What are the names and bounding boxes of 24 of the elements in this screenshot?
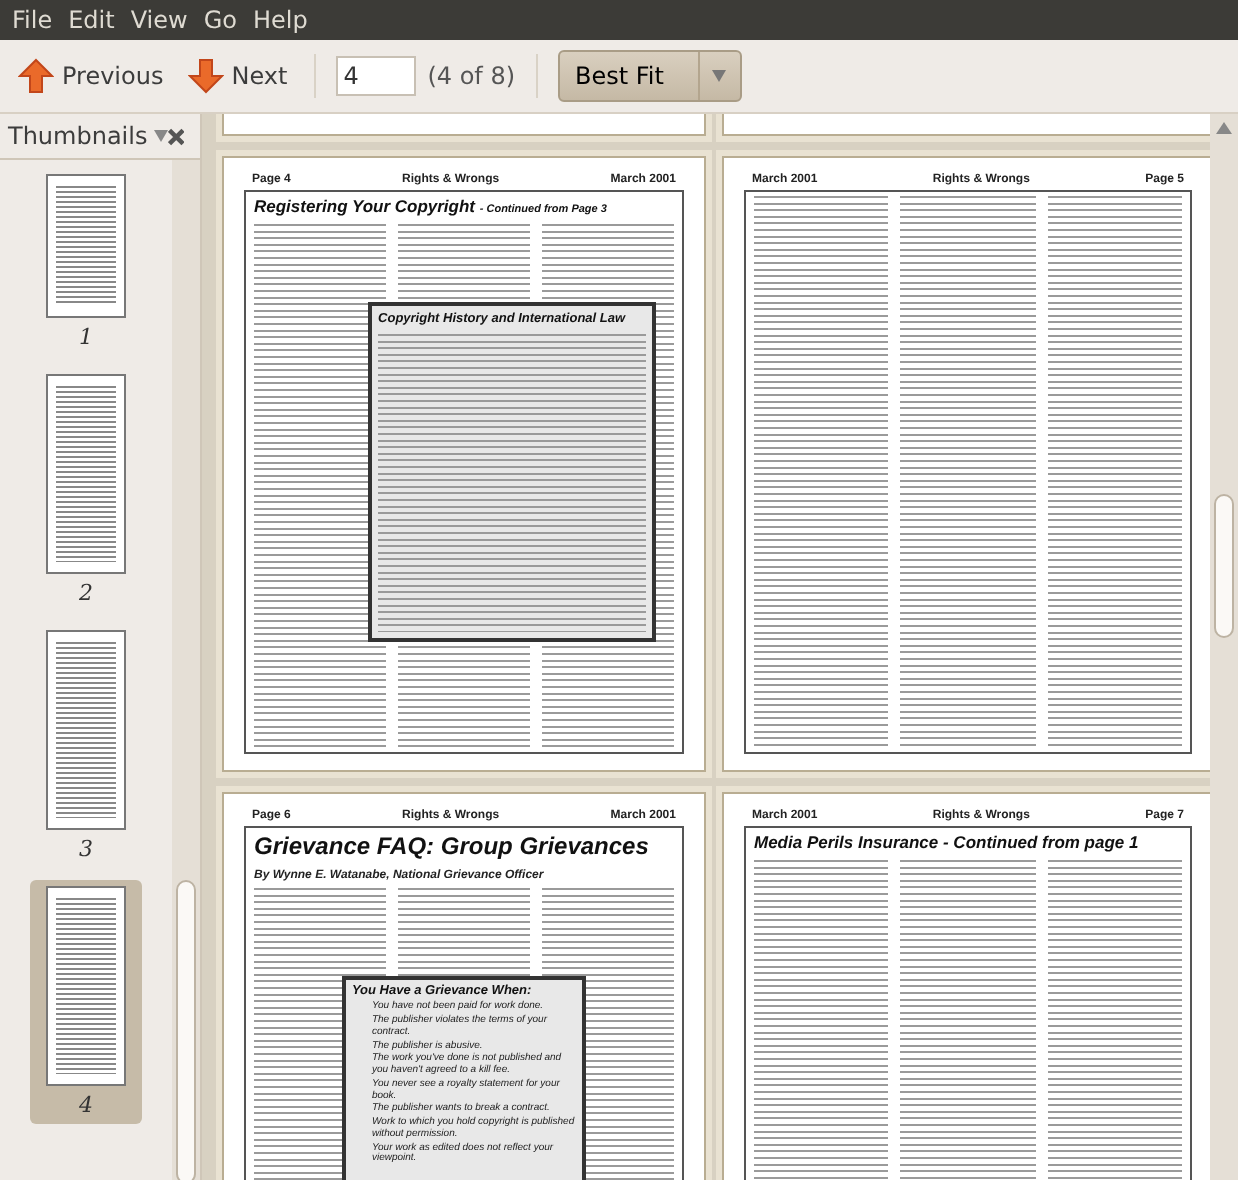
- close-icon[interactable]: [167, 125, 184, 147]
- scrollbar[interactable]: [1210, 114, 1238, 1180]
- page-count: (4 of 8): [427, 62, 516, 90]
- up-arrow-icon: [18, 58, 54, 94]
- menu-item[interactable]: Go: [195, 6, 245, 34]
- zoom-dropdown[interactable]: Best Fit: [557, 50, 742, 102]
- down-arrow-icon: [187, 58, 224, 94]
- menu-item[interactable]: File: [4, 6, 61, 34]
- scrollbar-thumb[interactable]: [176, 880, 196, 1180]
- up-arrow-icon[interactable]: [1216, 122, 1232, 134]
- scrollbar-thumb[interactable]: [1214, 494, 1234, 638]
- menu-item[interactable]: View: [122, 6, 196, 34]
- caret-icon: [153, 130, 168, 142]
- article-title: Grievance FAQ: Group Grievances: [254, 832, 651, 864]
- caret-icon: [712, 70, 727, 82]
- page-thumbnail[interactable]: 4: [30, 880, 142, 1124]
- article-title: Media Perils Insurance - Continued from page 1: [754, 832, 1141, 855]
- scrollbar[interactable]: [172, 160, 200, 1180]
- page-number-field[interactable]: 4: [335, 56, 416, 96]
- menu-item[interactable]: Help: [244, 6, 316, 34]
- menu-item[interactable]: Edit: [60, 6, 123, 34]
- sidebar-selector[interactable]: Thumbnails: [8, 122, 168, 150]
- previous-button[interactable]: Previous: [12, 54, 170, 98]
- next-button[interactable]: Next: [181, 54, 294, 98]
